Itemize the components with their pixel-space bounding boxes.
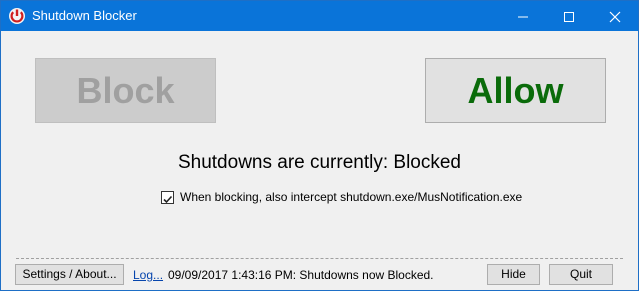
- window-title: Shutdown Blocker: [32, 8, 137, 23]
- log-link[interactable]: Log...: [133, 268, 163, 282]
- intercept-checkbox[interactable]: [161, 191, 174, 204]
- status-text: Shutdowns are currently: Blocked: [177, 152, 462, 173]
- close-icon: [609, 11, 621, 23]
- checkmark-icon: [163, 195, 173, 204]
- close-button[interactable]: [592, 1, 638, 31]
- maximize-icon: [564, 12, 574, 22]
- divider: [16, 258, 623, 259]
- title-bar[interactable]: Shutdown Blocker: [1, 1, 638, 31]
- intercept-checkbox-label: When blocking, also intercept shutdown.e…: [180, 190, 523, 204]
- app-window: Shutdown Blocker Block Allow Shutdowns a…: [0, 0, 639, 291]
- allow-button[interactable]: Allow: [425, 58, 606, 123]
- settings-about-button[interactable]: Settings / About...: [15, 264, 124, 285]
- quit-button[interactable]: Quit: [549, 264, 613, 285]
- minimize-icon: [518, 16, 528, 18]
- maximize-button[interactable]: [546, 1, 592, 31]
- hide-button[interactable]: Hide: [487, 264, 540, 285]
- minimize-button[interactable]: [500, 1, 546, 31]
- log-message: 09/09/2017 1:43:16 PM: Shutdowns now Blo…: [168, 268, 434, 282]
- power-shield-icon: [8, 7, 26, 25]
- block-button[interactable]: Block: [35, 58, 216, 123]
